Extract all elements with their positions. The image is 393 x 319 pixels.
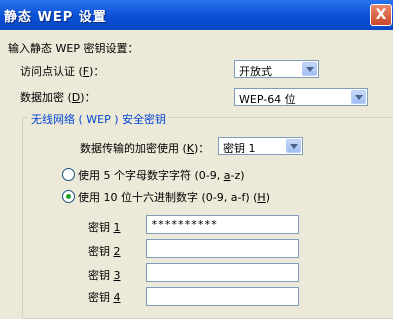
radio-hex-label[interactable]: 使用 10 位十六进制数字 (0-9, a-f) (H) — [78, 189, 270, 205]
key-3-label: 密钥 3 — [88, 269, 121, 282]
key-1-label: 密钥 1 — [88, 221, 121, 234]
section-label: 输入静态 WEP 密钥设置： — [8, 42, 139, 55]
key-2-label: 密钥 2 — [88, 245, 121, 258]
encryption-label: 数据加密 (D)： — [20, 91, 96, 104]
window-title: 静态 WEP 设置 — [4, 10, 107, 25]
group-title: 无线网络 ( WEP ) 安全密钥 — [28, 111, 170, 127]
key-1-input[interactable]: ********** — [146, 215, 299, 234]
key-3-input[interactable] — [146, 263, 299, 282]
radio-hex[interactable] — [62, 190, 75, 203]
key-in-use-label: 数据传输的加密使用 (K)： — [80, 142, 210, 155]
key-in-use-value: 密钥 1 — [223, 142, 256, 155]
key-4-label: 密钥 4 — [88, 291, 121, 304]
radio-ascii-label[interactable]: 使用 5 个字母数字字符 (0-9, a-z) — [78, 167, 245, 183]
chevron-down-icon[interactable] — [351, 90, 366, 104]
chevron-down-icon[interactable] — [302, 62, 317, 76]
chevron-down-icon[interactable] — [286, 139, 301, 153]
key-2-input[interactable] — [146, 239, 299, 258]
encryption-select-value: WEP-64 位 — [239, 93, 296, 106]
radio-ascii[interactable] — [62, 168, 75, 181]
key-in-use-select[interactable]: 密钥 1 — [218, 137, 303, 155]
auth-select[interactable]: 开放式 — [234, 60, 319, 78]
key-4-input[interactable] — [146, 287, 299, 306]
encryption-select[interactable]: WEP-64 位 — [234, 88, 368, 106]
close-button[interactable]: X — [370, 4, 392, 26]
close-icon: X — [375, 7, 387, 23]
auth-label: 访问点认证 (F)： — [20, 65, 105, 78]
title-bar[interactable]: 静态 WEP 设置 X — [0, 0, 393, 30]
auth-select-value: 开放式 — [239, 65, 272, 78]
